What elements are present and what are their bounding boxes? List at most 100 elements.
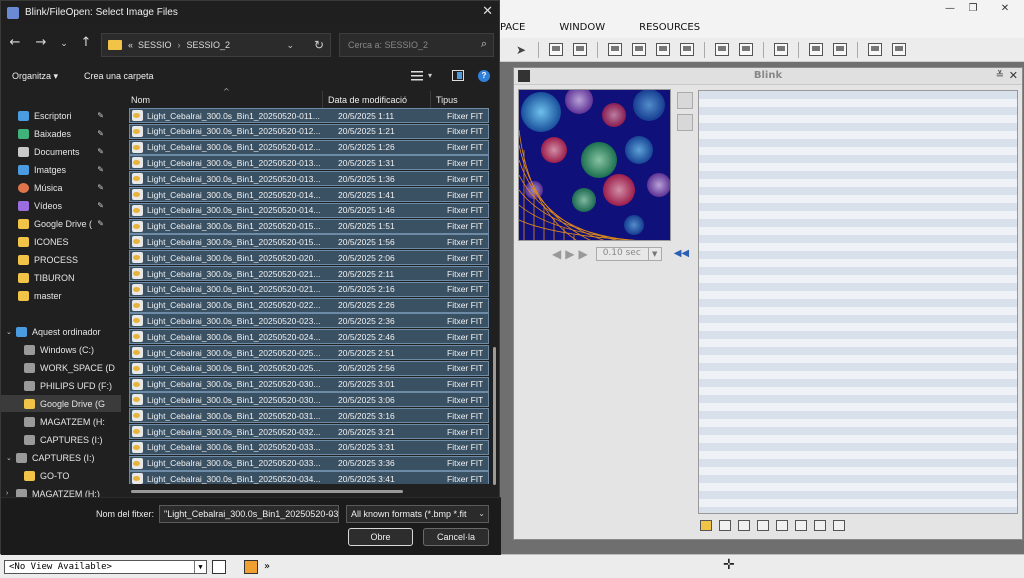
- file-row[interactable]: Light_Cebalrai_300.0s_Bin1_20250520-015.…: [129, 234, 489, 250]
- file-row[interactable]: Light_Cebalrai_300.0s_Bin1_20250520-013.…: [129, 155, 489, 171]
- blink-tool-icon[interactable]: [719, 520, 731, 531]
- speed-select[interactable]: 0.10 sec ▼: [595, 246, 662, 261]
- rewind-icon[interactable]: ◀◀: [674, 248, 689, 259]
- search-icon[interactable]: ⌕: [481, 38, 487, 51]
- file-row[interactable]: Light_Cebalrai_300.0s_Bin1_20250520-011.…: [129, 108, 489, 123]
- histogram-icon[interactable]: [814, 520, 826, 531]
- file-row[interactable]: Light_Cebalrai_300.0s_Bin1_20250520-034.…: [129, 471, 489, 484]
- open-folder-icon[interactable]: [700, 520, 712, 531]
- nav-item-this-pc[interactable]: ⌄ Aquest ordinador: [6, 323, 116, 340]
- scissors-icon[interactable]: [795, 520, 807, 531]
- toolbar-button[interactable]: [549, 43, 563, 56]
- file-row[interactable]: Light_Cebalrai_300.0s_Bin1_20250520-020.…: [129, 250, 489, 266]
- menu-item-workspace[interactable]: PACE: [500, 22, 525, 33]
- chevron-down-icon[interactable]: ⌄: [6, 454, 16, 462]
- nav-item-google-drive[interactable]: Google Drive (G: [1, 395, 121, 412]
- close-icon[interactable]: ✕: [1009, 69, 1018, 82]
- recent-locations-icon[interactable]: ⌄: [56, 39, 72, 49]
- refresh-icon[interactable]: ↻: [314, 38, 324, 52]
- file-row[interactable]: Light_Cebalrai_300.0s_Bin1_20250520-025.…: [129, 360, 489, 376]
- nav-item-process[interactable]: PROCESS: [18, 251, 104, 268]
- nav-item-downloads[interactable]: Baixades ✎: [18, 125, 104, 142]
- monitor-icon[interactable]: [892, 43, 906, 56]
- window-icon[interactable]: [212, 560, 226, 574]
- file-row[interactable]: Light_Cebalrai_300.0s_Bin1_20250520-024.…: [129, 329, 489, 345]
- nav-item-desktop[interactable]: Escriptori ✎: [18, 107, 104, 124]
- blink-side-button[interactable]: [677, 114, 693, 131]
- file-row[interactable]: Light_Cebalrai_300.0s_Bin1_20250520-021.…: [129, 281, 489, 297]
- organize-menu[interactable]: Organitza ▾: [12, 71, 58, 82]
- nav-item-videos[interactable]: Vídeos ✎: [18, 197, 104, 214]
- breadcrumb-sessio-2[interactable]: SESSIO_2: [187, 40, 231, 50]
- nav-item-magatzem-h-root[interactable]: › MAGATZEM (H:): [6, 485, 116, 497]
- nav-item-music[interactable]: Música ✎: [18, 179, 104, 196]
- column-header-date[interactable]: Data de modificació: [323, 91, 431, 109]
- up-icon[interactable]: ↑: [78, 35, 94, 50]
- movie-icon[interactable]: [833, 520, 845, 531]
- monitor-icon[interactable]: [868, 43, 882, 56]
- nav-item-google-drive-pinned[interactable]: Google Drive ( ✎: [18, 215, 104, 232]
- back-icon[interactable]: ←: [7, 35, 23, 50]
- blink-tool-icon[interactable]: [776, 520, 788, 531]
- file-row[interactable]: Light_Cebalrai_300.0s_Bin1_20250520-014.…: [129, 202, 489, 218]
- toolbar-button[interactable]: [573, 43, 587, 56]
- blink-tool-icon[interactable]: [738, 520, 750, 531]
- nav-item-master[interactable]: master: [18, 287, 104, 304]
- pointer-icon[interactable]: ➤: [516, 44, 526, 56]
- monitor-icon[interactable]: [833, 43, 847, 56]
- nav-item-captures-i[interactable]: CAPTURES (I:): [1, 431, 121, 448]
- file-row[interactable]: Light_Cebalrai_300.0s_Bin1_20250520-012.…: [129, 123, 489, 139]
- file-row[interactable]: Light_Cebalrai_300.0s_Bin1_20250520-030.…: [129, 376, 489, 392]
- nav-item-pictures[interactable]: Imatges ✎: [18, 161, 104, 178]
- chevron-down-icon[interactable]: ⌄: [328, 509, 335, 518]
- toolbar-button[interactable]: [680, 43, 694, 56]
- file-row[interactable]: Light_Cebalrai_300.0s_Bin1_20250520-012.…: [129, 139, 489, 155]
- toolbar-button[interactable]: [608, 43, 622, 56]
- file-row[interactable]: Light_Cebalrai_300.0s_Bin1_20250520-031.…: [129, 408, 489, 424]
- file-row[interactable]: Light_Cebalrai_300.0s_Bin1_20250520-023.…: [129, 313, 489, 329]
- menu-item-window[interactable]: WINDOW: [559, 22, 605, 33]
- more-icon[interactable]: »: [264, 560, 278, 574]
- address-prefix[interactable]: «: [128, 40, 133, 50]
- nav-item-documents[interactable]: Documents ✎: [18, 143, 104, 160]
- nav-item-windows-c[interactable]: Windows (C:): [1, 341, 121, 358]
- file-row[interactable]: Light_Cebalrai_300.0s_Bin1_20250520-033.…: [129, 439, 489, 455]
- vertical-scrollbar[interactable]: [493, 347, 496, 485]
- toolbar-button[interactable]: [656, 43, 670, 56]
- blink-file-list[interactable]: [698, 90, 1018, 514]
- search-input[interactable]: Cerca a: SESSIO_2 ⌕: [339, 33, 494, 57]
- close-icon[interactable]: ✕: [990, 0, 1020, 16]
- file-row[interactable]: Light_Cebalrai_300.0s_Bin1_20250520-030.…: [129, 392, 489, 408]
- view-options-icon[interactable]: [411, 70, 423, 81]
- monitor-icon[interactable]: [774, 43, 788, 56]
- file-row[interactable]: Light_Cebalrai_300.0s_Bin1_20250520-021.…: [129, 266, 489, 281]
- save-icon[interactable]: [757, 520, 769, 531]
- column-header-type[interactable]: Tipus: [431, 91, 491, 109]
- nav-item-magatzem-h[interactable]: MAGATZEM (H:: [1, 413, 121, 430]
- file-row[interactable]: Light_Cebalrai_300.0s_Bin1_20250520-022.…: [129, 297, 489, 313]
- monitor-icon[interactable]: [715, 43, 729, 56]
- file-row[interactable]: Light_Cebalrai_300.0s_Bin1_20250520-025.…: [129, 345, 489, 360]
- chevron-down-icon[interactable]: ⌄: [286, 40, 294, 51]
- file-row[interactable]: Light_Cebalrai_300.0s_Bin1_20250520-032.…: [129, 424, 489, 439]
- breadcrumb-sessio[interactable]: SESSIO: [138, 40, 172, 50]
- new-folder-button[interactable]: Crea una carpeta: [84, 71, 154, 81]
- help-icon[interactable]: ?: [478, 70, 490, 82]
- filename-input[interactable]: "Light_Cebalrai_300.0s_Bin1_20250520-03 …: [159, 505, 339, 523]
- nav-item-captures-i-root[interactable]: ⌄ CAPTURES (I:): [6, 449, 116, 466]
- forward-icon[interactable]: →: [33, 35, 49, 50]
- preview-pane-icon[interactable]: [452, 70, 464, 81]
- cancel-button[interactable]: Cancel·la: [423, 528, 489, 546]
- toolbar-button[interactable]: [632, 43, 646, 56]
- play-icon[interactable]: ▶: [565, 247, 574, 261]
- chevron-down-icon[interactable]: ▾: [428, 71, 432, 80]
- close-icon[interactable]: ✕: [482, 4, 493, 19]
- next-icon[interactable]: ▶: [578, 247, 587, 261]
- nav-item-go-to[interactable]: GO-TO: [1, 467, 121, 484]
- horizontal-scrollbar[interactable]: [131, 490, 403, 493]
- view-selector[interactable]: <No View Available> ▼: [4, 560, 207, 574]
- column-header-name[interactable]: Nom: [126, 91, 323, 109]
- nav-item-icones[interactable]: ICONES: [18, 233, 104, 250]
- menu-item-resources[interactable]: RESOURCES: [639, 22, 700, 33]
- file-type-select[interactable]: All known formats (*.bmp *.fit ⌄: [346, 505, 489, 523]
